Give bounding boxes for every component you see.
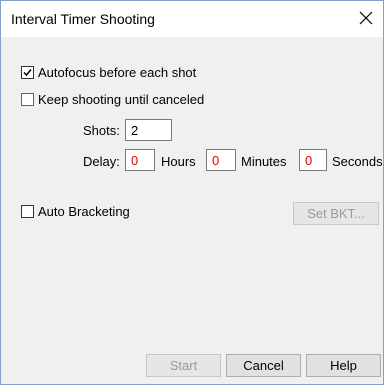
- keep-shooting-label: Keep shooting until canceled: [38, 92, 205, 107]
- autofocus-check-box[interactable]: [21, 66, 34, 79]
- shots-input[interactable]: 2: [125, 119, 172, 141]
- close-icon: [359, 11, 373, 25]
- set-bkt-button[interactable]: Set BKT...: [293, 202, 379, 225]
- autofocus-checkbox[interactable]: Autofocus before each shot: [21, 65, 196, 80]
- delay-label: Delay:: [83, 154, 120, 169]
- minutes-input[interactable]: 0: [206, 149, 236, 171]
- keep-shooting-check-box[interactable]: [21, 93, 34, 106]
- autofocus-label: Autofocus before each shot: [38, 65, 197, 80]
- check-mark-icon: [23, 69, 32, 77]
- auto-bracketing-label: Auto Bracketing: [38, 204, 130, 219]
- start-button[interactable]: Start: [146, 354, 221, 377]
- shots-label: Shots:: [83, 123, 120, 138]
- seconds-label: Seconds: [332, 154, 383, 169]
- seconds-input[interactable]: 0: [299, 149, 327, 171]
- help-button[interactable]: Help: [306, 354, 381, 377]
- window-title: Interval Timer Shooting: [11, 11, 155, 27]
- auto-bracketing-check-box[interactable]: [21, 205, 34, 218]
- auto-bracketing-checkbox[interactable]: Auto Bracketing: [21, 204, 130, 219]
- interval-timer-dialog: Interval Timer Shooting Autofocus before…: [0, 0, 384, 385]
- keep-shooting-checkbox[interactable]: Keep shooting until canceled: [21, 92, 204, 107]
- title-bar: Interval Timer Shooting: [1, 1, 383, 37]
- hours-input[interactable]: 0: [125, 149, 155, 171]
- hours-label: Hours: [161, 154, 196, 169]
- minutes-label: Minutes: [241, 154, 287, 169]
- close-button[interactable]: [355, 7, 377, 29]
- cancel-button[interactable]: Cancel: [226, 354, 301, 377]
